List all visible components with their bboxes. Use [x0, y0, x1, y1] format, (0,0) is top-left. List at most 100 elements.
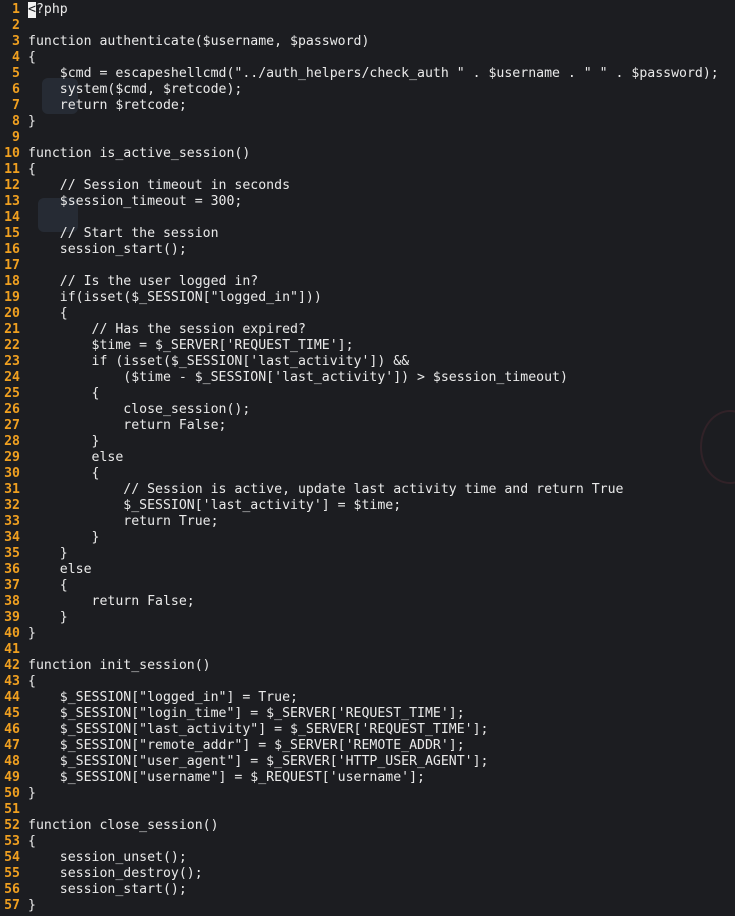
code-line: 40}	[0, 626, 735, 642]
code-line: 33 return True;	[0, 514, 735, 530]
code-text: $_SESSION['last_activity'] = $time;	[28, 498, 402, 513]
line-number: 46	[4, 722, 20, 737]
line-number: 32	[4, 498, 20, 513]
code-text: return $retcode;	[28, 98, 187, 113]
code-line: 41	[0, 642, 735, 658]
code-text: session_start();	[28, 242, 187, 257]
line-number: 8	[12, 114, 20, 129]
code-line: 5 $cmd = escapeshellcmd("../auth_helpers…	[0, 66, 735, 82]
code-line: 13 $session_timeout = 300;	[0, 194, 735, 210]
code-text: $_SESSION["login_time"] = $_SERVER['REQU…	[28, 706, 465, 721]
line-number: 44	[4, 690, 20, 705]
code-line: 15 // Start the session	[0, 226, 735, 242]
code-text: {	[28, 466, 100, 481]
line-number: 12	[4, 178, 20, 193]
code-line: 1 <?php	[0, 2, 735, 18]
code-text: session_start();	[28, 882, 187, 897]
code-text: {	[28, 578, 68, 593]
code-line: 12 // Session timeout in seconds	[0, 178, 735, 194]
line-number: 6	[12, 82, 20, 97]
line-number: 24	[4, 370, 20, 385]
code-line: 35 }	[0, 546, 735, 562]
code-line: 54 session_unset();	[0, 850, 735, 866]
line-number: 56	[4, 882, 20, 897]
code-line: 23 if (isset($_SESSION['last_activity'])…	[0, 354, 735, 370]
line-number: 27	[4, 418, 20, 433]
line-number: 10	[4, 146, 20, 161]
line-number: 30	[4, 466, 20, 481]
code-line: 30 {	[0, 466, 735, 482]
code-line: 32 $_SESSION['last_activity'] = $time;	[0, 498, 735, 514]
line-number: 38	[4, 594, 20, 609]
code-line: 34 }	[0, 530, 735, 546]
code-line: 36 else	[0, 562, 735, 578]
code-text: system($cmd, $retcode);	[28, 82, 243, 97]
code-text: }	[28, 610, 68, 625]
line-number: 35	[4, 546, 20, 561]
line-number: 20	[4, 306, 20, 321]
code-line: 6 system($cmd, $retcode);	[0, 82, 735, 98]
line-number: 18	[4, 274, 20, 289]
text-cursor: <	[28, 2, 36, 18]
code-line: 4{	[0, 50, 735, 66]
code-line: 19 if(isset($_SESSION["logged_in"]))	[0, 290, 735, 306]
code-line: 26 close_session();	[0, 402, 735, 418]
line-number: 41	[4, 642, 20, 657]
code-text: }	[28, 434, 100, 449]
code-line: 20 {	[0, 306, 735, 322]
line-number: 14	[4, 210, 20, 225]
code-line: 16 session_start();	[0, 242, 735, 258]
code-text: {	[28, 50, 36, 65]
code-text: if(isset($_SESSION["logged_in"]))	[28, 290, 322, 305]
line-number: 43	[4, 674, 20, 689]
code-line: 28 }	[0, 434, 735, 450]
code-text: function init_session()	[28, 658, 211, 673]
line-number: 29	[4, 450, 20, 465]
line-number: 23	[4, 354, 20, 369]
code-line: 31 // Session is active, update last act…	[0, 482, 735, 498]
code-line: 22 $time = $_SERVER['REQUEST_TIME'];	[0, 338, 735, 354]
code-text: if (isset($_SESSION['last_activity']) &&	[28, 354, 410, 369]
line-number: 3	[12, 34, 20, 49]
line-number: 52	[4, 818, 20, 833]
line-number: 37	[4, 578, 20, 593]
code-line: 39 }	[0, 610, 735, 626]
line-number: 36	[4, 562, 20, 577]
code-text: $_SESSION["logged_in"] = True;	[28, 690, 298, 705]
line-number: 40	[4, 626, 20, 641]
code-text: {	[28, 306, 68, 321]
line-number: 55	[4, 866, 20, 881]
code-text: $_SESSION["username"] = $_REQUEST['usern…	[28, 770, 425, 785]
code-line: 44 $_SESSION["logged_in"] = True;	[0, 690, 735, 706]
code-text: session_destroy();	[28, 866, 203, 881]
code-line: 11 {	[0, 162, 735, 178]
code-text: }	[28, 626, 36, 641]
code-text: $_SESSION["remote_addr"] = $_SERVER['REM…	[28, 738, 465, 753]
code-line: 46 $_SESSION["last_activity"] = $_SERVER…	[0, 722, 735, 738]
code-text: $cmd = escapeshellcmd("../auth_helpers/c…	[28, 66, 719, 81]
code-text: {	[28, 162, 36, 177]
code-text: return True;	[28, 514, 219, 529]
line-number: 50	[4, 786, 20, 801]
code-editor[interactable]: 1 <?php 2 3 function authenticate($usernam…	[0, 0, 735, 916]
code-line: 49 $_SESSION["username"] = $_REQUEST['us…	[0, 770, 735, 786]
code-line: 2	[0, 18, 735, 34]
code-text: $session_timeout = 300;	[28, 194, 243, 209]
code-text: function authenticate($username, $passwo…	[28, 34, 370, 49]
code-text: // Session is active, update last activi…	[28, 482, 624, 497]
code-text: {	[28, 674, 36, 689]
code-text: // Has the session expired?	[28, 322, 306, 337]
code-line: 3 function authenticate($username, $passw…	[0, 34, 735, 50]
line-number: 48	[4, 754, 20, 769]
code-line: 8}	[0, 114, 735, 130]
line-number: 17	[4, 258, 20, 273]
code-line: 10 function is_active_session()	[0, 146, 735, 162]
code-text: $_SESSION["last_activity"] = $_SERVER['R…	[28, 722, 489, 737]
code-line: 42 function init_session()	[0, 658, 735, 674]
code-area[interactable]: 1 <?php 2 3 function authenticate($usernam…	[0, 2, 735, 914]
